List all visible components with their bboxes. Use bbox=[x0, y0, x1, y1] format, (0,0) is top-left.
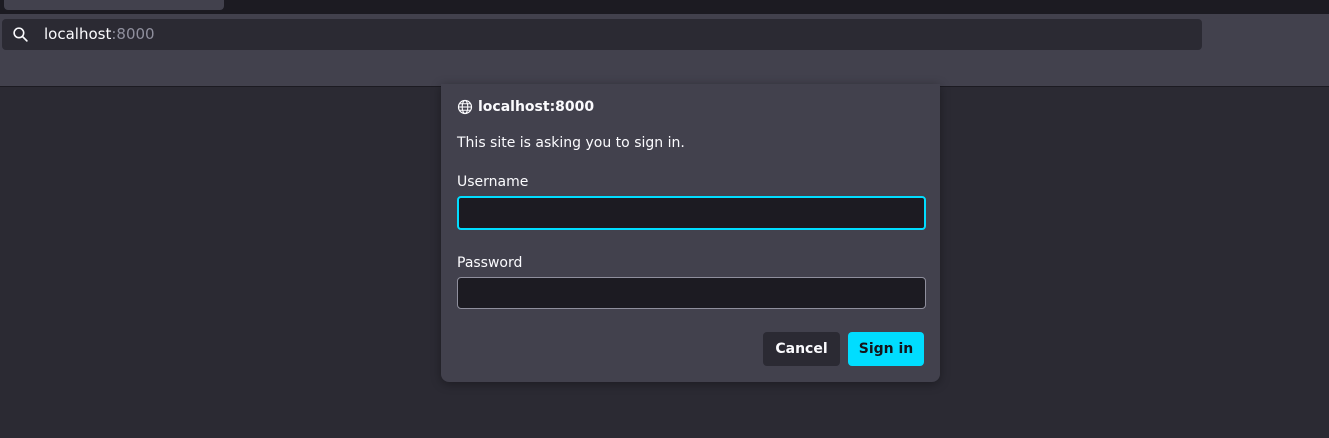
username-label: Username bbox=[457, 174, 529, 190]
url-bar[interactable]: localhost:8000 bbox=[2, 19, 1202, 50]
cancel-button[interactable]: Cancel bbox=[763, 332, 840, 366]
search-icon bbox=[13, 27, 28, 42]
dialog-header: localhost:8000 bbox=[457, 98, 594, 116]
url-port: :8000 bbox=[111, 25, 155, 43]
username-field[interactable] bbox=[457, 196, 926, 230]
sign-in-dialog: localhost:8000 This site is asking you t… bbox=[441, 84, 940, 382]
password-label: Password bbox=[457, 255, 523, 271]
url-text[interactable]: localhost:8000 bbox=[44, 19, 155, 50]
tab-strip bbox=[0, 0, 1329, 14]
browser-tab[interactable] bbox=[4, 0, 224, 10]
url-host: localhost bbox=[44, 25, 112, 43]
dialog-origin: localhost:8000 bbox=[478, 99, 595, 115]
password-field[interactable] bbox=[457, 277, 926, 309]
navigation-toolbar: localhost:8000 bbox=[0, 14, 1329, 87]
dialog-message: This site is asking you to sign in. bbox=[457, 135, 685, 151]
sign-in-button[interactable]: Sign in bbox=[848, 332, 924, 366]
globe-icon bbox=[457, 99, 473, 115]
